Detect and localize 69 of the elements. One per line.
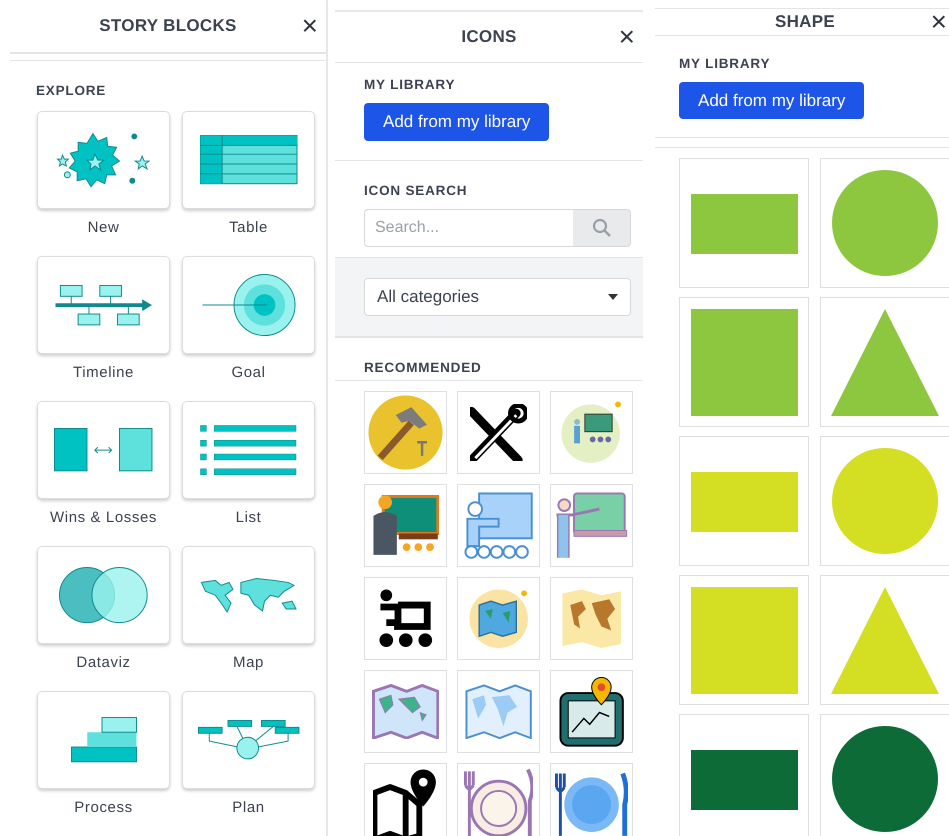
story-block-label: Timeline <box>72 363 135 383</box>
panel-title: STORY BLOCKS <box>99 15 237 38</box>
presenter-icon <box>378 588 434 649</box>
icon-option[interactable] <box>364 763 447 836</box>
venn-diagram-icon <box>58 566 149 624</box>
map-icon <box>372 684 440 740</box>
plate-icon <box>464 768 534 836</box>
icon-option[interactable] <box>364 484 447 567</box>
panel-title: SHAPE <box>774 11 836 33</box>
story-block-label: Process <box>73 798 134 818</box>
story-block-label: Plan <box>231 798 266 818</box>
story-block-label: Table <box>228 218 269 238</box>
map-pin-icon <box>558 676 624 748</box>
story-block-label: Dataviz <box>75 653 132 673</box>
starburst-icon <box>56 132 151 188</box>
section-heading: ICON SEARCH <box>364 182 468 200</box>
map-icon <box>464 684 532 740</box>
close-button[interactable]: × <box>300 12 320 40</box>
section-heading: RECOMMENDED <box>335 338 643 381</box>
story-block-tile[interactable] <box>182 691 315 789</box>
teacher-icon <box>560 400 623 465</box>
icon-option[interactable] <box>457 391 540 474</box>
icon-option[interactable] <box>550 763 633 836</box>
timeline-icon <box>54 284 154 326</box>
teacher-icon <box>372 494 440 557</box>
story-block-tile[interactable] <box>37 546 170 644</box>
hammer-icon <box>366 394 444 471</box>
story-block-label: Goal <box>230 363 267 383</box>
shape-option[interactable] <box>679 714 809 836</box>
map-icon <box>560 588 622 650</box>
story-block-tile[interactable] <box>37 691 170 789</box>
panel-title: ICONS <box>461 26 517 48</box>
story-block-tile[interactable] <box>37 401 170 499</box>
section-heading: MY LIBRARY <box>679 54 772 72</box>
steps-icon <box>70 716 138 764</box>
category-dropdown[interactable]: All categories <box>364 278 631 316</box>
list-icon <box>199 424 298 476</box>
caret-icon <box>608 294 618 300</box>
plate-icon <box>555 772 628 836</box>
icon-option[interactable] <box>550 670 633 753</box>
target-icon <box>200 272 296 337</box>
close-button[interactable]: × <box>928 8 949 36</box>
teacher-icon <box>554 492 628 560</box>
section-heading: EXPLORE <box>35 82 108 100</box>
close-button[interactable]: × <box>616 22 637 51</box>
shape-option[interactable] <box>820 714 949 836</box>
story-block-tile[interactable] <box>37 256 170 354</box>
teacher-icon <box>464 492 534 560</box>
story-block-tile[interactable] <box>37 111 170 209</box>
map-pin-icon <box>373 768 438 836</box>
story-block-label: Wins & Losses <box>49 508 158 528</box>
story-block-label: New <box>86 218 120 238</box>
story-block-tile[interactable] <box>182 256 315 354</box>
map-icon <box>468 588 530 650</box>
dropdown-value: All categories <box>377 286 480 308</box>
story-block-tile[interactable] <box>182 111 315 209</box>
story-block-tile[interactable] <box>182 401 315 499</box>
story-block-label: List <box>234 508 262 528</box>
story-block-tile[interactable] <box>182 546 315 644</box>
two-rectangles-icon <box>53 427 154 473</box>
table-icon <box>198 134 298 186</box>
icon-option[interactable] <box>364 577 447 660</box>
tools-icon <box>470 404 528 462</box>
add-library-button[interactable]: Add from my library <box>679 82 864 120</box>
add-library-button[interactable]: Add from my library <box>364 103 550 140</box>
story-block-label: Map <box>232 653 265 673</box>
section-heading: MY LIBRARY <box>364 76 456 94</box>
mind-map-icon <box>196 719 300 761</box>
world-map-icon <box>200 576 298 614</box>
